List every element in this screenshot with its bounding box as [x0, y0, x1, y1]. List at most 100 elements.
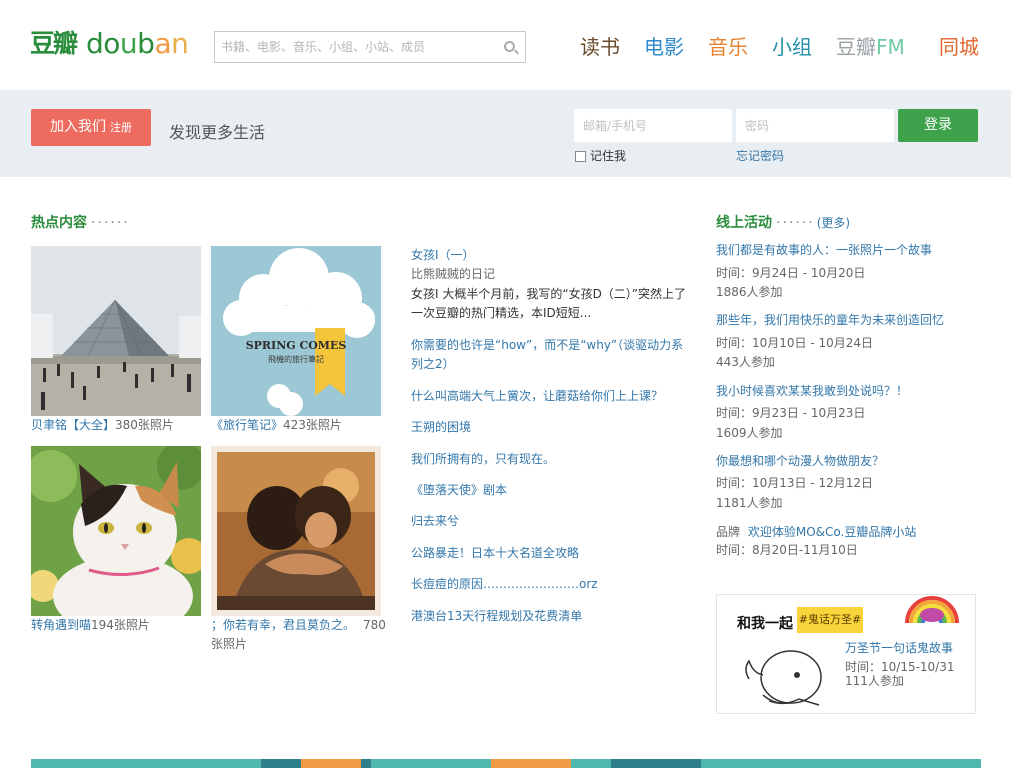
channel-book[interactable]: 读书	[580, 33, 620, 61]
article-title[interactable]: 你需要的也许是“how”，而不是“why”（谈驱动力系列之2）	[411, 336, 691, 374]
logo-letter: b	[137, 27, 155, 60]
brand-link[interactable]: 欢迎体验MO&Co.豆瓣品牌小站	[748, 525, 916, 539]
article-title[interactable]: 归去来兮	[411, 512, 691, 531]
remember-me[interactable]: 记住我	[575, 149, 626, 163]
event-count: 1886人参加	[716, 285, 783, 299]
article-title[interactable]: 什么叫高端大气上黉次，让蘑菇给你们上上课？	[411, 387, 691, 406]
ghost-icon	[745, 650, 822, 706]
ad-title[interactable]: 万圣节一句话鬼故事	[845, 640, 953, 656]
photo-caption: ；你若有幸，君且莫负之。 780张照片	[211, 616, 389, 654]
ad-time: 时间：10/15-10/31	[845, 660, 955, 674]
photo-cat[interactable]	[31, 446, 201, 616]
douban-logo[interactable]: 豆瓣 douban	[30, 27, 190, 64]
photo-count: 423张照片	[283, 418, 342, 432]
rainbow-icon	[905, 596, 959, 623]
photo-caption: 转角遇到喵194张照片	[31, 616, 209, 635]
forgot-password-link[interactable]: 忘记密码	[736, 149, 784, 163]
louvre-image	[31, 246, 201, 416]
banner-block	[611, 759, 701, 768]
hot-title-text: 热点内容	[31, 215, 87, 231]
remember-checkbox[interactable]	[575, 151, 586, 162]
channel-music[interactable]: 音乐	[708, 33, 748, 61]
article-summary: 女孩I 大概半个月前，我写的“女孩D（二）”突然上了一次豆瓣的热门精选，本ID短…	[411, 287, 687, 320]
event-time: 时间：10月10日 - 10月24日	[716, 336, 874, 350]
events-dots: ······	[776, 215, 815, 231]
join-button[interactable]: 加入我们 注册	[31, 109, 151, 146]
article-title[interactable]: 王朔的困境	[411, 418, 691, 437]
events-title-text: 线上活动	[716, 215, 772, 231]
brand-label: 品牌	[716, 525, 741, 539]
banner-block	[301, 759, 361, 768]
hug-image	[211, 446, 381, 616]
channel-movie[interactable]: 电影	[644, 33, 684, 61]
event-title[interactable]: 我们都是有故事的人：一张照片一个故事	[716, 241, 976, 260]
search-input[interactable]	[221, 38, 491, 56]
logo-letter: n	[171, 27, 189, 60]
logo-letter: o	[103, 27, 120, 60]
channel-fm-han: 豆瓣	[836, 35, 876, 59]
brand-row: 品牌 欢迎体验MO&Co.豆瓣品牌小站	[716, 523, 976, 542]
hot-title: 热点内容 ······	[31, 214, 130, 232]
logo-letter: d	[86, 27, 104, 60]
event-count: 1181人参加	[716, 496, 783, 510]
poster-title: SPRING COMES	[246, 339, 347, 352]
article-title[interactable]: 我们所拥有的，只有现在。	[411, 450, 691, 469]
login-band: 加入我们注册 发现更多生活 登录 记住我 忘记密码	[0, 90, 1011, 177]
brand-time: 时间：8月20日-11月10日	[716, 543, 858, 557]
photo-caption: 贝聿铭【大全】380张照片	[31, 416, 209, 435]
event-title[interactable]: 我小时候喜欢某某我敢到处说吗？！	[716, 382, 976, 401]
photo-title-link[interactable]: 《旅行笔记》	[211, 418, 283, 432]
search-icon[interactable]	[504, 41, 515, 52]
halloween-banner[interactable]: 和我一起 #鬼话万圣# 万圣节一句话鬼故事 时间：10/15-10/31 111…	[716, 594, 976, 714]
bottom-banner[interactable]	[31, 759, 981, 768]
article-author: 比熊贼贼的日记	[411, 267, 496, 281]
logo-han: 豆瓣	[30, 29, 78, 58]
email-field[interactable]	[574, 109, 732, 142]
cat-image	[31, 446, 201, 616]
logo-latin: douban	[86, 24, 189, 64]
article-title[interactable]: 《堕落天使》剧本	[411, 481, 691, 500]
article-title[interactable]: 女孩I（一）	[411, 246, 691, 265]
photo-louvre[interactable]	[31, 246, 201, 416]
logo-letter: a	[154, 27, 172, 60]
channel-group[interactable]: 小组	[772, 33, 812, 61]
join-label: 加入我们	[50, 119, 106, 135]
ad-tag: #鬼话万圣#	[797, 607, 863, 633]
photo-title-link[interactable]: 转角遇到喵	[31, 618, 91, 632]
events-more-link[interactable]: (更多)	[817, 216, 850, 230]
photo-title-link[interactable]: ；你若有幸，君且莫负之。	[211, 618, 355, 632]
slogan: 发现更多生活	[169, 123, 266, 142]
poster-subtitle: 飛機的旅行筆記	[268, 354, 324, 364]
login-button[interactable]: 登录	[898, 109, 978, 142]
article-title[interactable]: 公路暴走！日本十大名道全攻略	[411, 544, 691, 563]
photo-travel-notes[interactable]: SPRING COMES 飛機的旅行筆記	[211, 246, 381, 416]
password-field[interactable]	[736, 109, 894, 142]
article-title[interactable]: 港澳台13天行程规划及花费清单	[411, 607, 691, 626]
event-title[interactable]: 你最想和哪个动漫人物做朋友？	[716, 452, 976, 471]
event-count: 1609人参加	[716, 426, 783, 440]
photo-count: 194张照片	[91, 618, 150, 632]
remember-label: 记住我	[590, 149, 627, 163]
site-header: 豆瓣 douban 读书 电影 音乐 小组 豆瓣FM 同城	[0, 0, 1011, 90]
event-time: 时间：10月13日 - 12月12日	[716, 476, 874, 490]
logo-letter: u	[119, 27, 138, 60]
events-title: 线上活动 ······ (更多)	[716, 214, 850, 232]
photo-caption: 《旅行笔记》423张照片	[211, 416, 389, 435]
join-sub-label: 注册	[110, 121, 132, 134]
photo-hug[interactable]	[211, 446, 381, 616]
channel-fm-latin: FM	[876, 35, 905, 59]
channel-fm[interactable]: 豆瓣FM	[836, 33, 905, 61]
hot-dots: ······	[91, 215, 130, 231]
event-title[interactable]: 那些年，我们用快乐的童年为未来创造回忆	[716, 311, 976, 330]
photo-title-link[interactable]: 贝聿铭【大全】	[31, 418, 115, 432]
article-title[interactable]: 长痘痘的原因……………………orz	[411, 575, 691, 594]
photo-count: 380张照片	[115, 418, 174, 432]
travel-notes-image: SPRING COMES 飛機的旅行筆記	[211, 246, 381, 416]
ad-count: 111人参加	[845, 674, 904, 688]
ad-meta: 时间：10/15-10/31 111人参加	[845, 660, 965, 688]
event-count: 443人参加	[716, 355, 775, 369]
banner-block	[491, 759, 571, 768]
event-time: 时间：9月23日 - 10月23日	[716, 406, 866, 420]
channel-local[interactable]: 同城	[939, 33, 979, 61]
search-box	[214, 31, 526, 63]
